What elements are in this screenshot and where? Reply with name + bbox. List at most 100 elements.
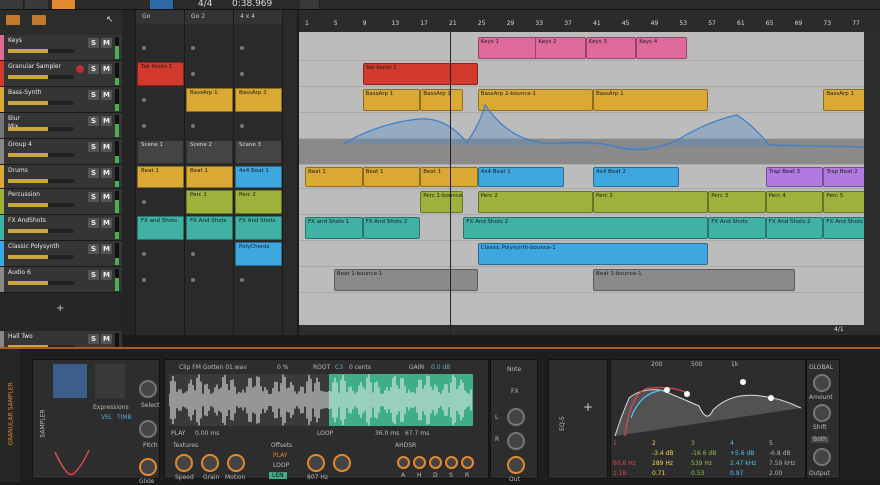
eq-band-freq[interactable]: 539 Hz bbox=[691, 460, 712, 467]
launcher-clip[interactable]: Scene 3 bbox=[235, 140, 282, 164]
track-volume-slider[interactable] bbox=[8, 75, 74, 79]
adsr-knob[interactable] bbox=[429, 456, 442, 469]
launcher-clip[interactable]: BassArp 1 bbox=[186, 88, 233, 112]
left-knob[interactable] bbox=[507, 408, 525, 426]
pointer-tool-icon[interactable]: ↖ bbox=[106, 15, 114, 25]
out-knob[interactable] bbox=[507, 456, 525, 474]
eq-band-number[interactable]: 3 bbox=[691, 440, 695, 447]
mute-button[interactable]: M bbox=[101, 38, 112, 48]
launcher-clip[interactable]: Scene 1 bbox=[137, 140, 184, 164]
eq-band-q[interactable]: 2.00 bbox=[769, 470, 782, 477]
track-list-toggle-icon[interactable] bbox=[6, 15, 20, 25]
track-name[interactable]: Keys bbox=[8, 37, 22, 44]
track-volume-slider[interactable] bbox=[8, 127, 74, 131]
eq-band-gain[interactable]: -3.4 dB bbox=[652, 450, 674, 457]
track-header[interactable]: Bass-Synth S M bbox=[0, 87, 122, 113]
fx-tab[interactable]: FX bbox=[511, 388, 519, 395]
empty-slot-button[interactable] bbox=[142, 98, 146, 102]
adsr-knob[interactable] bbox=[461, 456, 474, 469]
eq-band-freq[interactable]: 2.47 kHz bbox=[730, 460, 756, 467]
solo-button[interactable]: S bbox=[88, 64, 99, 74]
track-name[interactable]: Audio 6 bbox=[8, 269, 31, 276]
launcher-column-header[interactable]: Go bbox=[136, 10, 184, 24]
len-option[interactable]: LEN bbox=[269, 472, 287, 479]
track-name[interactable]: Classic Polysynth bbox=[8, 243, 60, 250]
solo-button[interactable]: S bbox=[88, 192, 99, 202]
cube-modulator-icon[interactable] bbox=[95, 364, 125, 398]
track-name[interactable]: Percussion bbox=[8, 191, 40, 198]
track-header[interactable]: Classic Polysynth S M bbox=[0, 241, 122, 267]
grain-knob[interactable] bbox=[201, 454, 219, 472]
empty-slot-button[interactable] bbox=[142, 252, 146, 256]
mute-button[interactable]: M bbox=[101, 192, 112, 202]
eq-band-q[interactable]: 1.16 bbox=[613, 470, 626, 477]
launcher-clip[interactable]: FX And Shots bbox=[235, 216, 282, 240]
eq-add-icon[interactable]: + bbox=[583, 400, 593, 414]
play-option[interactable]: PLAY bbox=[273, 452, 287, 459]
mute-button[interactable]: M bbox=[101, 116, 112, 126]
track-name[interactable]: Granular Sampler bbox=[8, 63, 61, 70]
playhead[interactable] bbox=[450, 32, 451, 335]
metronome-button[interactable] bbox=[150, 0, 174, 9]
mute-button[interactable]: M bbox=[101, 334, 112, 344]
zoom-level[interactable]: 4/1 bbox=[834, 326, 844, 333]
step-modulator[interactable] bbox=[53, 364, 87, 398]
empty-slot-button[interactable] bbox=[191, 124, 195, 128]
track-name[interactable]: Hall Two bbox=[8, 333, 33, 340]
track-volume-slider[interactable] bbox=[8, 229, 74, 233]
launcher-clip[interactable]: 4x4 Beat 1 bbox=[235, 166, 282, 188]
track-header[interactable]: Audio 6 SM bbox=[0, 267, 122, 293]
record-arm-button[interactable] bbox=[76, 65, 84, 73]
launcher-clip[interactable]: Perc 2 bbox=[235, 190, 282, 214]
track-volume-slider[interactable] bbox=[8, 281, 74, 285]
filter-res-knob[interactable] bbox=[333, 454, 351, 472]
launcher-clip[interactable]: BassArp 2 bbox=[235, 88, 282, 112]
solo-button[interactable]: S bbox=[88, 218, 99, 228]
loop-option[interactable]: LOOP bbox=[273, 462, 289, 469]
mute-button[interactable]: M bbox=[101, 64, 112, 74]
arranger-scrollbar[interactable] bbox=[864, 32, 880, 335]
arranger-view-button[interactable] bbox=[300, 0, 320, 9]
launcher-clip[interactable]: Beat 1 bbox=[186, 166, 233, 188]
launcher-clip[interactable]: Perc 1 bbox=[186, 190, 233, 214]
amount-knob[interactable] bbox=[813, 374, 831, 392]
empty-slot-button[interactable] bbox=[240, 46, 244, 50]
envelope-curve-icon[interactable] bbox=[53, 448, 91, 478]
output-knob[interactable] bbox=[813, 448, 831, 466]
empty-slot-button[interactable] bbox=[191, 72, 195, 76]
empty-slot-button[interactable] bbox=[191, 46, 195, 50]
pitch-knob[interactable] bbox=[139, 420, 157, 438]
mute-button[interactable]: M bbox=[101, 142, 112, 152]
eq-band-freq[interactable]: 7.59 kHz bbox=[769, 460, 795, 467]
eq-band-freq[interactable]: 60.6 Hz bbox=[613, 460, 636, 467]
sampler-tab[interactable]: SAMPLER bbox=[40, 409, 47, 437]
launcher-column-header[interactable]: Go 2 bbox=[185, 10, 233, 24]
eq-band-gain[interactable]: -16.6 dB bbox=[691, 450, 716, 457]
empty-slot-button[interactable] bbox=[191, 278, 195, 282]
solo-button[interactable]: S bbox=[88, 90, 99, 100]
menu-button[interactable] bbox=[0, 0, 24, 9]
right-knob[interactable] bbox=[507, 432, 525, 450]
solo-button[interactable]: S bbox=[88, 334, 99, 344]
launcher-clip[interactable]: Tak Konts 1 bbox=[137, 62, 184, 86]
root-value[interactable]: C3 bbox=[335, 364, 343, 371]
play-time[interactable]: 0.00 ms bbox=[195, 430, 219, 437]
eq-band-q[interactable]: 0.71 bbox=[652, 470, 665, 477]
note-tab[interactable]: Note bbox=[507, 366, 521, 373]
track-name[interactable]: FX AndShots bbox=[8, 217, 46, 224]
track-header[interactable]: Drums S M bbox=[0, 165, 122, 189]
add-track-button[interactable]: + bbox=[56, 303, 64, 314]
file-button[interactable] bbox=[25, 0, 49, 9]
sample-waveform[interactable] bbox=[169, 374, 473, 426]
launcher-column-header[interactable]: 4 x 4 bbox=[234, 10, 282, 24]
mute-button[interactable]: M bbox=[101, 244, 112, 254]
launcher-clip[interactable]: FX and Shots bbox=[137, 216, 184, 240]
sample-file-name[interactable]: Clip FM Gotten 01.wav bbox=[179, 364, 247, 371]
track-name[interactable]: Blur bbox=[8, 115, 20, 122]
eq-band-q[interactable]: 0.53 bbox=[691, 470, 704, 477]
solo-button[interactable]: S bbox=[88, 168, 99, 178]
loop-length[interactable]: 67.7 ms bbox=[405, 430, 429, 437]
time-display[interactable]: 0:38.969 bbox=[232, 0, 272, 9]
select-knob[interactable] bbox=[139, 380, 157, 398]
launcher-clip[interactable]: Beat 1 bbox=[137, 166, 184, 188]
